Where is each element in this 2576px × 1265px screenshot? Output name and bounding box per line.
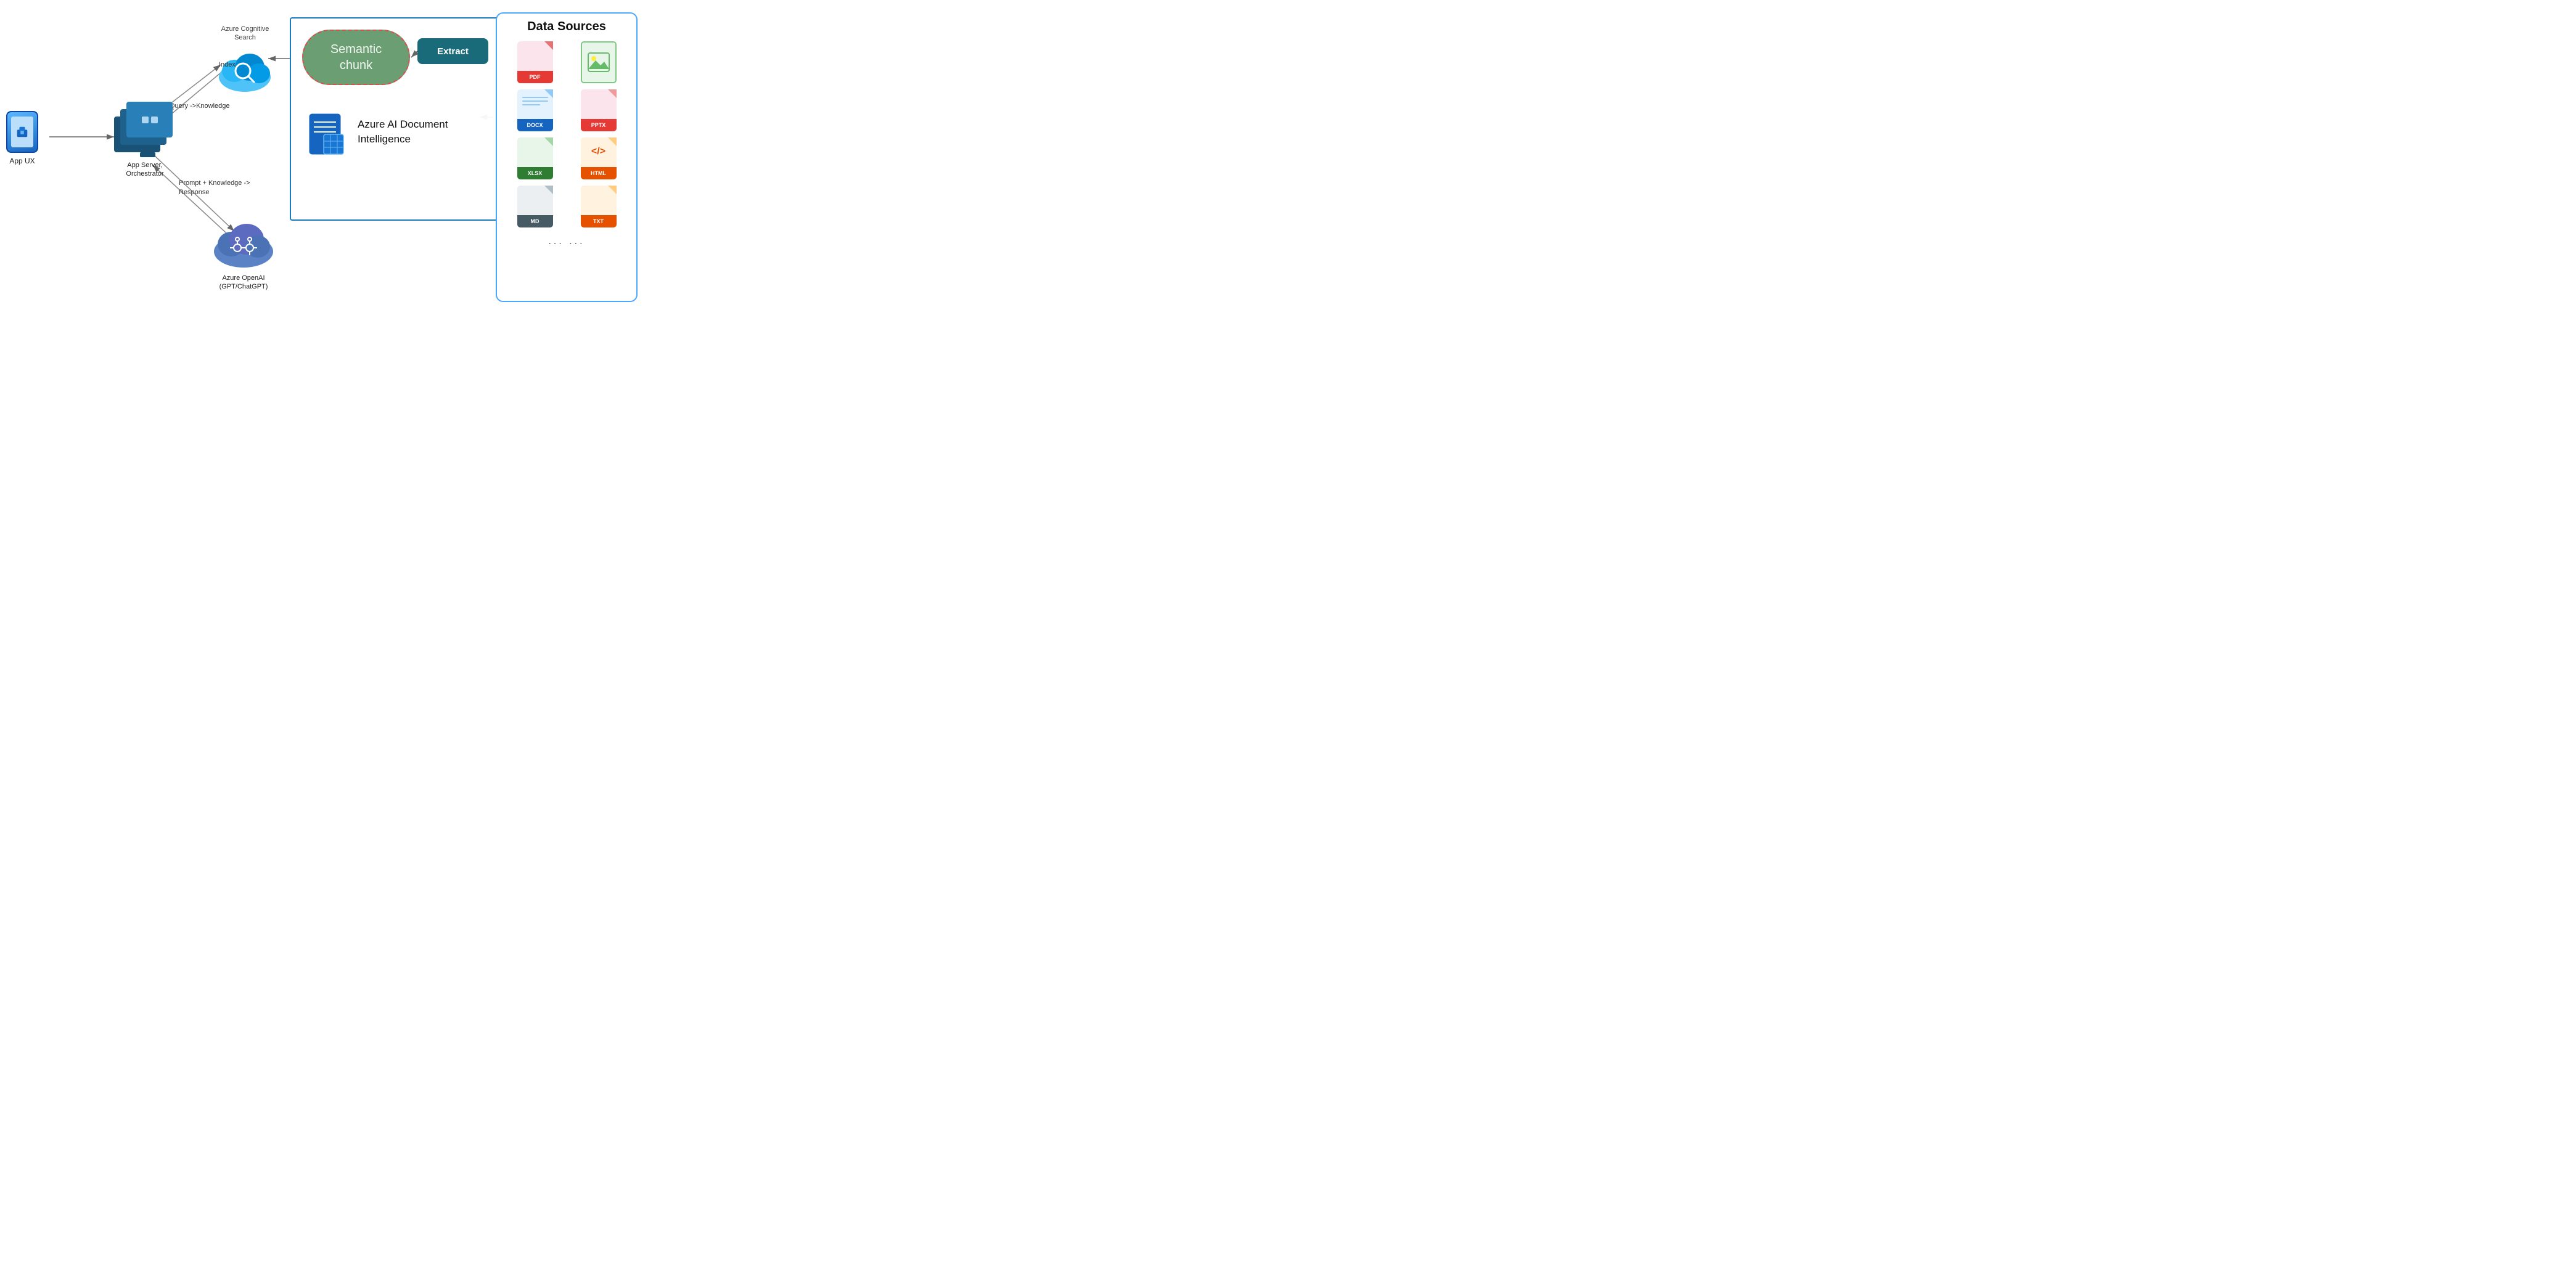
txt-file-icon: TXT [570,186,627,227]
cube-svg-icon [15,125,29,139]
index-label: Index [219,60,236,69]
diagram-container: App UX App Server,Orchestrator Azure Cog… [0,0,644,316]
docx-label: DOCX [527,122,543,128]
doc-intel-icon [306,111,353,163]
pptx-badge: PPTX [581,89,617,131]
tablet-icon [6,111,38,153]
html-file-icon: </> HTML [570,137,627,179]
md-label: MD [531,218,539,224]
app-ux-component: App UX [6,111,38,165]
tablet-screen [11,117,33,147]
xlsx-label: XLSX [528,170,543,176]
semantic-chunk-label: Semanticchunk [330,41,382,73]
pptx-file-icon: PPTX [570,89,627,131]
pdf-badge: PDF [517,41,553,83]
azure-openai-component: Azure OpenAI(GPT/ChatGPT) [210,216,277,292]
image-svg [587,52,610,73]
prompt-label: Prompt + Knowledge ->Response [179,179,250,198]
xlsx-file-icon: XLSX [506,137,564,179]
azure-openai-label: Azure OpenAI(GPT/ChatGPT) [219,274,268,292]
app-server-label: App Server,Orchestrator [126,161,163,179]
docx-file-icon: DOCX [506,89,564,131]
data-sources-title: Data Sources [503,20,630,34]
semantic-chunk-box: Semanticchunk [302,30,410,85]
file-grid: PDF [503,41,630,227]
app-ux-label: App UX [9,157,35,165]
doc-intel-label: Azure AI DocumentIntelligence [358,117,448,147]
cognitive-search-component: Azure CognitiveSearch [216,25,274,94]
extract-label: Extract [437,46,469,57]
more-dots: ... ... [503,236,630,247]
server-stack-icon [114,102,176,157]
openai-cloud-icon [210,216,277,270]
xlsx-badge: XLSX [517,137,553,179]
cognitive-search-title: Azure CognitiveSearch [221,25,269,43]
extract-button[interactable]: Extract [417,38,488,64]
data-sources-panel: Data Sources PDF [496,12,638,302]
docx-badge: DOCX [517,89,553,131]
img-badge [581,41,617,83]
pdf-label: PDF [530,74,541,80]
azure-ai-box: Semanticchunk Extract [290,17,512,221]
pptx-label: PPTX [591,122,606,128]
html-label: HTML [591,170,606,176]
query-label: Query ->Knowledge [170,102,230,110]
cognitive-search-icon [216,47,274,94]
md-file-icon: MD [506,186,564,227]
pdf-file-icon: PDF [506,41,564,83]
md-badge: MD [517,186,553,227]
txt-badge: TXT [581,186,617,227]
html-badge: </> HTML [581,137,617,179]
img-file-icon [570,41,627,83]
txt-label: TXT [593,218,604,224]
app-server-component: App Server,Orchestrator [114,102,176,179]
